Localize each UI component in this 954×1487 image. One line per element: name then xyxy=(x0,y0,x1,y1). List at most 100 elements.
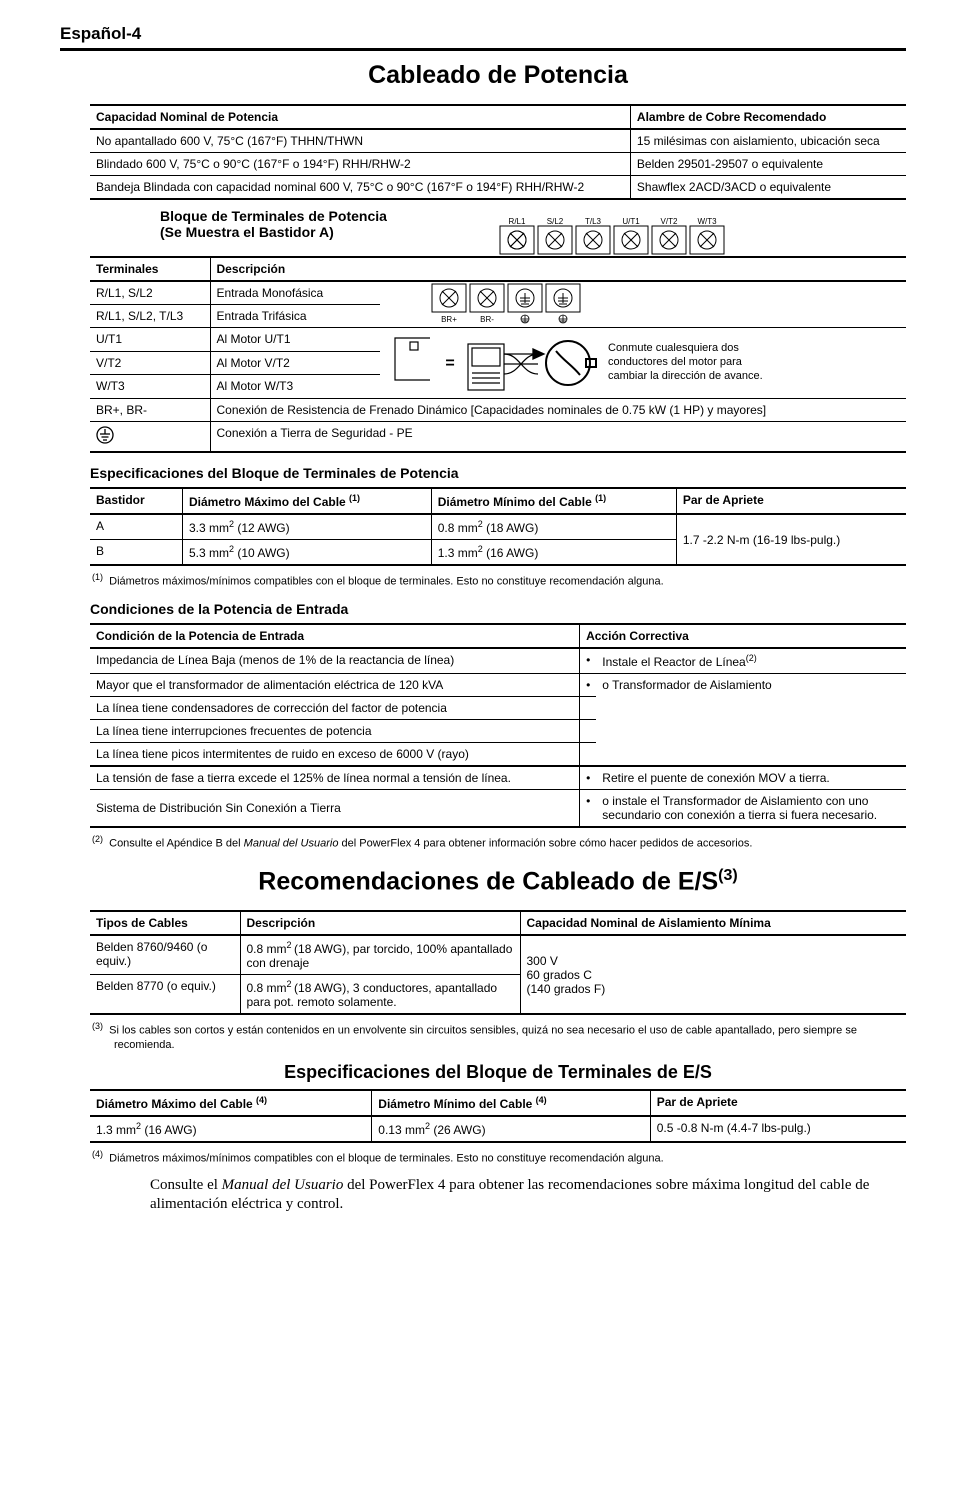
th-max-cable: Diámetro Máximo del Cable (1) xyxy=(183,488,432,514)
bullet: • xyxy=(580,766,597,790)
td: 0.5 -0.8 N-m (4.4-7 lbs-pulg.) xyxy=(650,1116,906,1142)
section-title-es: Recomendaciones de Cableado de E/S(3) xyxy=(90,867,906,896)
td: BR+, BR- xyxy=(90,399,210,422)
th-desc: Descripción xyxy=(240,911,520,935)
th-capacity: Capacidad Nominal de Potencia xyxy=(90,105,630,129)
power-spec-table: Bastidor Diámetro Máximo del Cable (1) D… xyxy=(90,487,906,566)
th-cap: Capacidad Nominal de Aislamiento Mínima xyxy=(520,911,906,935)
td: 0.13 mm2 (26 AWG) xyxy=(372,1116,650,1142)
td: La línea tiene picos intermitentes de ru… xyxy=(90,742,580,766)
terminal-row-bottom-icon: BR+ BR- xyxy=(430,282,585,324)
td: Shawflex 2ACD/3ACD o equivalente xyxy=(630,176,906,200)
th-max: Diámetro Máximo del Cable (4) xyxy=(90,1090,372,1116)
term-label-br-plus: BR+ xyxy=(441,315,457,324)
terminal-row-top-icon: R/L1 S/L2 T/L3 U/T1 V/T2 W/T3 xyxy=(498,216,728,256)
td: W/T3 xyxy=(90,375,210,399)
th-min: Diámetro Mínimo del Cable (4) xyxy=(372,1090,650,1116)
motor-note-l3: cambiar la dirección de avance. xyxy=(608,370,763,384)
td: Al Motor V/T2 xyxy=(210,351,380,375)
td: 0.8 mm2 (18 AWG) xyxy=(431,514,676,540)
td-ground-symbol xyxy=(90,422,210,453)
td: Al Motor U/T1 xyxy=(210,328,380,352)
td: Mayor que el transformador de alimentaci… xyxy=(90,673,580,696)
terminal-block-title-l2: (Se Muestra el Bastidor A) xyxy=(160,224,498,240)
td: R/L1, S/L2, T/L3 xyxy=(90,305,210,328)
section-title-cableado: Cableado de Potencia xyxy=(90,61,906,90)
td-par-apriete: 1.7 -2.2 N-m (16-19 lbs-pulg.) xyxy=(676,514,906,565)
td: 0.8 mm2 (18 AWG), par torcido, 100% apan… xyxy=(240,935,520,975)
td: Sistema de Distribución Sin Conexión a T… xyxy=(90,789,580,827)
td: La línea tiene interrupciones frecuentes… xyxy=(90,719,580,742)
td: Belden 29501-29507 o equivalente xyxy=(630,153,906,176)
page-header: Español-4 xyxy=(60,24,906,44)
td: 0.8 mm2 (18 AWG), 3 conductores, apantal… xyxy=(240,975,520,1015)
footnote-1: (1) Diámetros máximos/mínimos compatible… xyxy=(92,572,906,589)
td: Blindado 600 V, 75°C o 90°C (167°F o 194… xyxy=(90,153,630,176)
io-cable-table: Tipos de Cables Descripción Capacidad No… xyxy=(90,910,906,1015)
td-action: o Transformador de Aislamiento xyxy=(596,673,906,766)
td: Bandeja Blindada con capacidad nominal 6… xyxy=(90,176,630,200)
td: 15 milésimas con aislamiento, ubicación … xyxy=(630,129,906,153)
td: Conexión de Resistencia de Frenado Dinám… xyxy=(210,399,906,422)
th-wire: Alambre de Cobre Recomendado xyxy=(630,105,906,129)
motor-swap-diagram-icon: = xyxy=(380,328,600,398)
td: Al Motor W/T3 xyxy=(210,375,380,399)
footnote-4: (4) Diámetros máximos/mínimos compatible… xyxy=(92,1149,906,1166)
td: Entrada Monofásica xyxy=(210,281,380,305)
terminal-table: Terminales Descripción R/L1, S/L2 Entrad… xyxy=(90,256,906,453)
td: No apantallado 600 V, 75°C (167°F) THHN/… xyxy=(90,129,630,153)
equals-label: = xyxy=(445,355,454,372)
term-label-sl2: S/L2 xyxy=(547,217,564,226)
th-par: Par de Apriete xyxy=(650,1090,906,1116)
td-insul: 300 V 60 grados C (140 grados F) xyxy=(520,935,906,1014)
term-label-br-minus: BR- xyxy=(480,315,494,324)
td: 3.3 mm2 (12 AWG) xyxy=(183,514,432,540)
th-terminales: Terminales xyxy=(90,257,210,281)
th-par-apriete: Par de Apriete xyxy=(676,488,906,514)
input-cond-table: Condición de la Potencia de Entrada Acci… xyxy=(90,623,906,828)
footnote-3: (3) Si los cables son cortos y están con… xyxy=(92,1021,906,1052)
td: V/T2 xyxy=(90,351,210,375)
terminal-block-title-l1: Bloque de Terminales de Potencia xyxy=(160,208,498,224)
spec-title: Especificaciones del Bloque de Terminale… xyxy=(90,465,906,481)
th-condition: Condición de la Potencia de Entrada xyxy=(90,624,580,648)
term-label-ut1: U/T1 xyxy=(622,217,640,226)
td: 1.3 mm2 (16 AWG) xyxy=(431,540,676,566)
td: B xyxy=(90,540,183,566)
td: U/T1 xyxy=(90,328,210,352)
td: A xyxy=(90,514,183,540)
bullet: • xyxy=(580,673,597,696)
th-action: Acción Correctiva xyxy=(580,624,906,648)
term-label-vt2: V/T2 xyxy=(661,217,678,226)
cond-title: Condiciones de la Potencia de Entrada xyxy=(90,601,906,617)
td: R/L1, S/L2 xyxy=(90,281,210,305)
td: La línea tiene condensadores de correcci… xyxy=(90,696,580,719)
term-label-tl3: T/L3 xyxy=(585,217,602,226)
term-label-rl1: R/L1 xyxy=(509,217,526,226)
bullet: • xyxy=(580,648,597,674)
term-label-wt3: W/T3 xyxy=(697,217,717,226)
td: Impedancia de Línea Baja (menos de 1% de… xyxy=(90,648,580,674)
header-rule xyxy=(60,48,906,51)
td: Belden 8760/9460 (o equiv.) xyxy=(90,935,240,975)
ground-icon xyxy=(96,426,114,444)
motor-note-l1: Conmute cualesquiera dos xyxy=(608,342,763,356)
closing-paragraph: Consulte el Manual del Usuario del Power… xyxy=(150,1176,906,1214)
footnote-2: (2) Consulte el Apéndice B del Manual de… xyxy=(92,834,906,851)
td-action: Retire el puente de conexión MOV a tierr… xyxy=(596,766,906,790)
bullet: • xyxy=(580,789,597,827)
td: Entrada Trifásica xyxy=(210,305,380,328)
th-descripcion: Descripción xyxy=(210,257,906,281)
th-min-cable: Diámetro Mínimo del Cable (1) xyxy=(431,488,676,514)
td: 5.3 mm2 (10 AWG) xyxy=(183,540,432,566)
td: Belden 8770 (o equiv.) xyxy=(90,975,240,1015)
td: Conexión a Tierra de Seguridad - PE xyxy=(210,422,906,453)
th-bastidor: Bastidor xyxy=(90,488,183,514)
td: 1.3 mm2 (16 AWG) xyxy=(90,1116,372,1142)
td: La tensión de fase a tierra excede el 12… xyxy=(90,766,580,790)
th-tipos: Tipos de Cables xyxy=(90,911,240,935)
td-action: o instale el Transformador de Aislamient… xyxy=(596,789,906,827)
power-rating-table: Capacidad Nominal de Potencia Alambre de… xyxy=(90,104,906,200)
io-spec-table: Diámetro Máximo del Cable (4) Diámetro M… xyxy=(90,1089,906,1143)
io-spec-title: Especificaciones del Bloque de Terminale… xyxy=(90,1062,906,1083)
